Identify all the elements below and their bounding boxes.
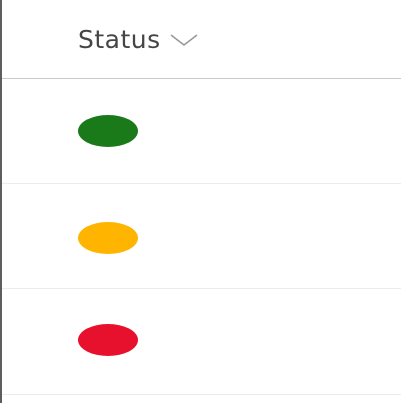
- table-row[interactable]: [2, 79, 401, 184]
- table-row[interactable]: [2, 184, 401, 289]
- status-indicator-green: [78, 115, 138, 147]
- status-indicator-red: [78, 324, 138, 356]
- table-row[interactable]: [2, 289, 401, 395]
- chevron-down-icon[interactable]: [169, 32, 199, 47]
- status-column-header[interactable]: Status: [2, 0, 401, 79]
- status-column: Status: [0, 0, 401, 403]
- status-header-label: Status: [78, 24, 161, 54]
- status-indicator-yellow: [78, 222, 138, 254]
